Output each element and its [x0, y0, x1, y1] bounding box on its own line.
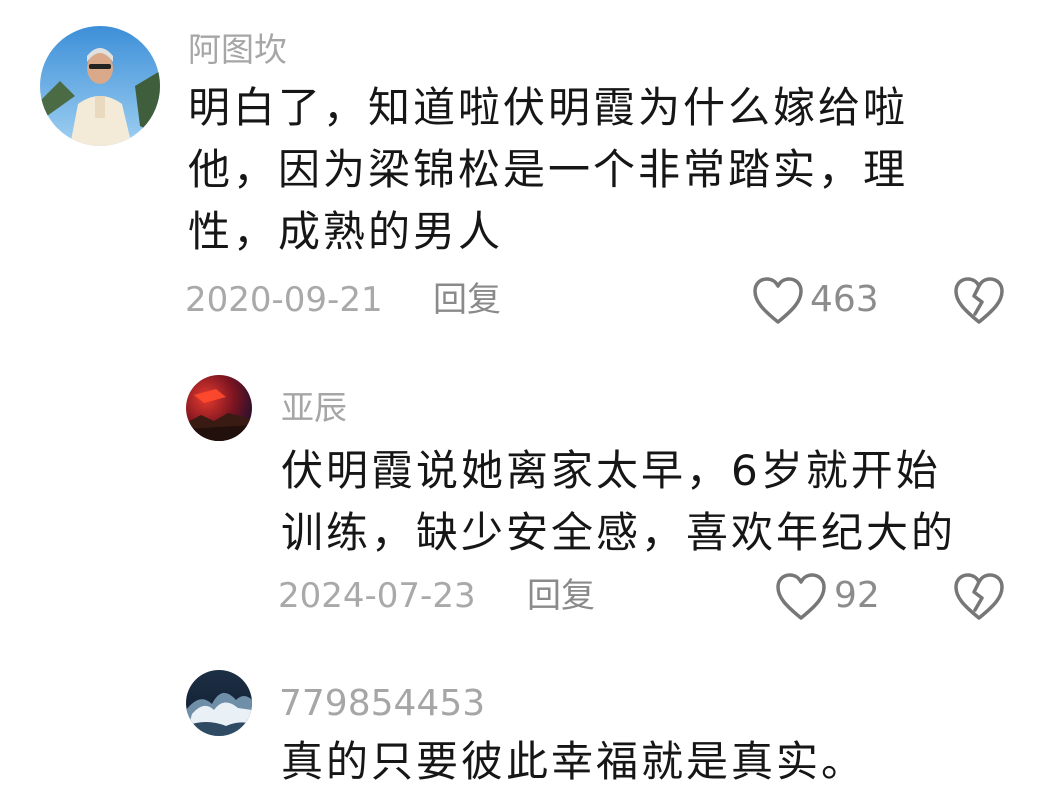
avatar[interactable]: [186, 670, 252, 736]
comment-text-line: 他，因为梁锦松是一个非常踏实，理: [188, 145, 909, 194]
reply-button[interactable]: 回复: [433, 280, 501, 320]
username[interactable]: 阿图坎: [188, 30, 287, 70]
comment-text: 真的只要彼此幸福就是真实。: [281, 731, 866, 793]
avatar[interactable]: [40, 26, 160, 146]
comment-text-line: 性，成熟的男人: [188, 207, 504, 256]
comment-text: 伏明霞说她离家太早，6岁就开始 训练，缺少安全感，喜欢年纪大的: [281, 440, 956, 564]
like-count: 92: [834, 575, 880, 616]
username[interactable]: 779854453: [279, 684, 485, 724]
comment-text-line: 明白了，知道啦伏明霞为什么嫁给啦: [188, 83, 909, 132]
comment-date: 2024-07-23: [278, 576, 476, 616]
avatar[interactable]: [186, 375, 252, 441]
comment-date: 2020-09-21: [185, 280, 383, 320]
comment-text-line: 训练，缺少安全感，喜欢年纪大的: [281, 508, 957, 557]
comment-text-line: 真的只要彼此幸福就是真实。: [281, 737, 867, 786]
broken-heart-icon[interactable]: [953, 572, 1005, 622]
reply-button[interactable]: 回复: [527, 576, 595, 616]
like-count: 463: [810, 279, 879, 320]
comment-text-line: 伏明霞说她离家太早，6岁就开始: [281, 446, 941, 495]
broken-heart-icon[interactable]: [953, 276, 1005, 326]
heart-outline-icon[interactable]: [775, 572, 827, 622]
comment-text: 明白了，知道啦伏明霞为什么嫁给啦 他，因为梁锦松是一个非常踏实，理 性，成熟的男…: [188, 77, 908, 263]
heart-outline-icon[interactable]: [752, 276, 804, 326]
username[interactable]: 亚辰: [281, 388, 347, 428]
